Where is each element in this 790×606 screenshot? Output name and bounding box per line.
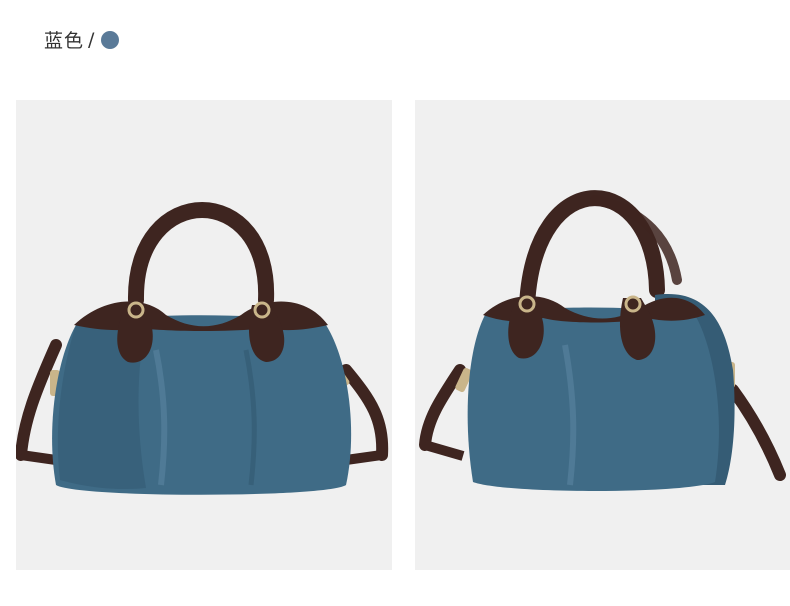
color-swatch [101, 30, 120, 49]
handbag-front-illustration [16, 202, 389, 495]
product-photo-front [16, 100, 392, 570]
color-label: 蓝色 / [44, 26, 120, 53]
product-photo-angled [415, 100, 790, 570]
handbag-angled-illustration [419, 190, 786, 491]
color-separator: / [88, 28, 96, 51]
color-name: 蓝色 [44, 30, 85, 52]
